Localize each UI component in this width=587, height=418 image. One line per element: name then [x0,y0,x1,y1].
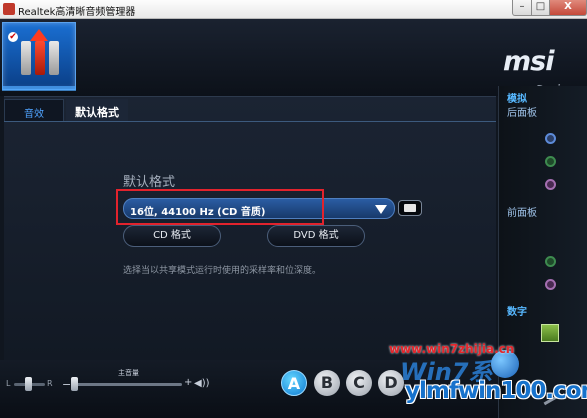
header-strip: msi i [0,19,587,99]
balance-slider-handle[interactable] [25,377,32,391]
profile-a-button[interactable]: A [281,370,307,396]
cd-format-button[interactable]: CD 格式 [123,225,221,247]
section-title: 默认格式 [123,175,176,190]
profile-c-button[interactable]: C [346,370,372,396]
main-volume-slider-handle[interactable] [71,377,78,391]
restore-default-button[interactable] [398,200,422,216]
realtek-audio-manager-window: Realtek高清晰音频管理器 – □ X msi i ✔ 音效 默认格式 默认… [0,0,587,418]
balance-right-label: R [47,379,53,388]
front-headphone-jack-icon[interactable] [545,256,556,267]
watermark-url-bottom: ylmfwin100.com [405,378,587,404]
dvd-format-button[interactable]: DVD 格式 [267,225,365,247]
rca-plug-icon [21,41,31,75]
main-volume-slider-track[interactable] [74,383,182,386]
main-volume-label: 主音量 [118,369,139,377]
front-panel-heading: 前面板 [507,208,537,219]
watermark-url-top: www.win7zhijia.cn [389,342,515,356]
profile-b-button[interactable]: B [314,370,340,396]
analog-heading: 模拟 [507,94,527,105]
maximize-button[interactable]: □ [531,0,550,16]
title-bar: Realtek高清晰音频管理器 – □ X [0,0,587,19]
balance-left-label: L [6,379,11,388]
tab-default-format[interactable]: 默认格式 [66,99,128,121]
device-tile-speakers[interactable]: ✔ [2,22,76,90]
back-panel-heading: 后面板 [507,108,537,119]
tab-divider [4,121,496,122]
tab-effects[interactable]: 音效 [4,99,64,121]
close-button[interactable]: X [549,0,587,16]
help-text: 选择当以共享模式运行时使用的采样率和位深度。 [123,266,322,276]
volume-plus-icon: + [184,377,193,388]
front-mic-jack-icon[interactable] [545,279,556,290]
msi-logo: msi [503,46,554,77]
mic-jack-icon[interactable] [545,179,556,190]
restore-icon [404,204,416,212]
line-in-jack-icon[interactable] [545,133,556,144]
minimize-button[interactable]: – [512,0,532,16]
rca-plug-icon [49,41,59,75]
main-content-panel: 音效 默认格式 默认格式 16位, 44100 Hz (CD 音质) CD 格式… [4,96,496,360]
plug-arrow-icon [30,29,48,41]
speaker-icon[interactable]: ◀)) [194,378,210,389]
volume-minus-icon: − [62,378,72,391]
device-selected-indicator [2,86,76,91]
digital-heading: 数字 [507,307,527,318]
default-device-check-icon: ✔ [8,32,18,42]
digital-output-icon[interactable] [541,324,559,342]
window-title: Realtek高清晰音频管理器 [18,7,136,18]
chevron-down-icon [375,205,387,214]
realtek-app-icon [3,3,15,15]
rca-plug-icon [35,41,45,75]
line-out-jack-icon[interactable] [545,156,556,167]
red-highlight-annotation [116,189,324,225]
